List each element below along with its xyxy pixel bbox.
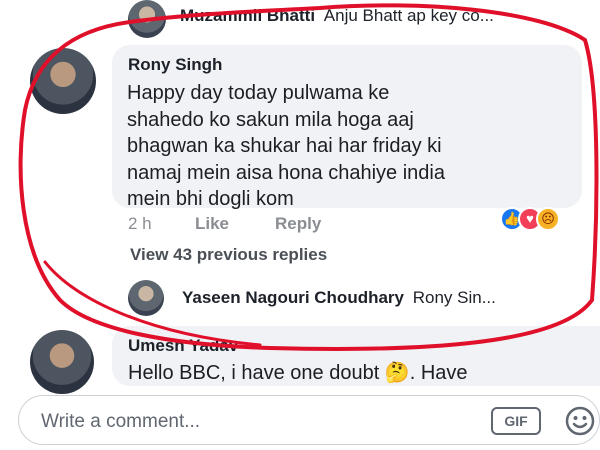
gif-button[interactable]: GIF bbox=[491, 407, 541, 435]
comment-author-name[interactable]: Rony Singh bbox=[128, 55, 222, 75]
comment-text: Hello BBC, i have one doubt 🤔. Have bbox=[128, 362, 468, 384]
avatar[interactable] bbox=[30, 330, 94, 394]
emoji-icon[interactable] bbox=[564, 405, 596, 437]
avatar[interactable] bbox=[128, 280, 164, 316]
reaction-summary[interactable]: 👍 ♥ ☹ bbox=[500, 207, 582, 231]
reply-snippet: Anju Bhatt ap key co... bbox=[323, 6, 494, 25]
comment-input[interactable] bbox=[39, 408, 463, 436]
like-link[interactable]: Like bbox=[195, 214, 229, 234]
angry-reaction-icon: ☹ bbox=[536, 207, 560, 231]
avatar[interactable] bbox=[30, 48, 96, 114]
comment-text: Happy day today pulwama ke shahedo ko sa… bbox=[127, 82, 445, 210]
view-previous-replies-link[interactable]: View 43 previous replies bbox=[130, 245, 327, 265]
comment-author-name[interactable]: Umesh Yadav bbox=[128, 336, 238, 356]
reply-link[interactable]: Reply bbox=[275, 214, 321, 234]
reply-preview-row[interactable]: Muzammil Bhatti Anju Bhatt ap key co... bbox=[180, 6, 600, 26]
reply-author-name[interactable]: Muzammil Bhatti bbox=[180, 6, 315, 25]
comment-timestamp[interactable]: 2 h bbox=[128, 214, 152, 234]
reply-preview-row[interactable]: Yaseen Nagouri Choudhary Rony Sin... bbox=[128, 280, 600, 316]
avatar[interactable] bbox=[128, 0, 166, 38]
comment-composer[interactable]: GIF bbox=[18, 395, 600, 445]
reply-snippet: Rony Sin... bbox=[412, 288, 496, 307]
reply-author-name[interactable]: Yaseen Nagouri Choudhary bbox=[182, 288, 404, 307]
